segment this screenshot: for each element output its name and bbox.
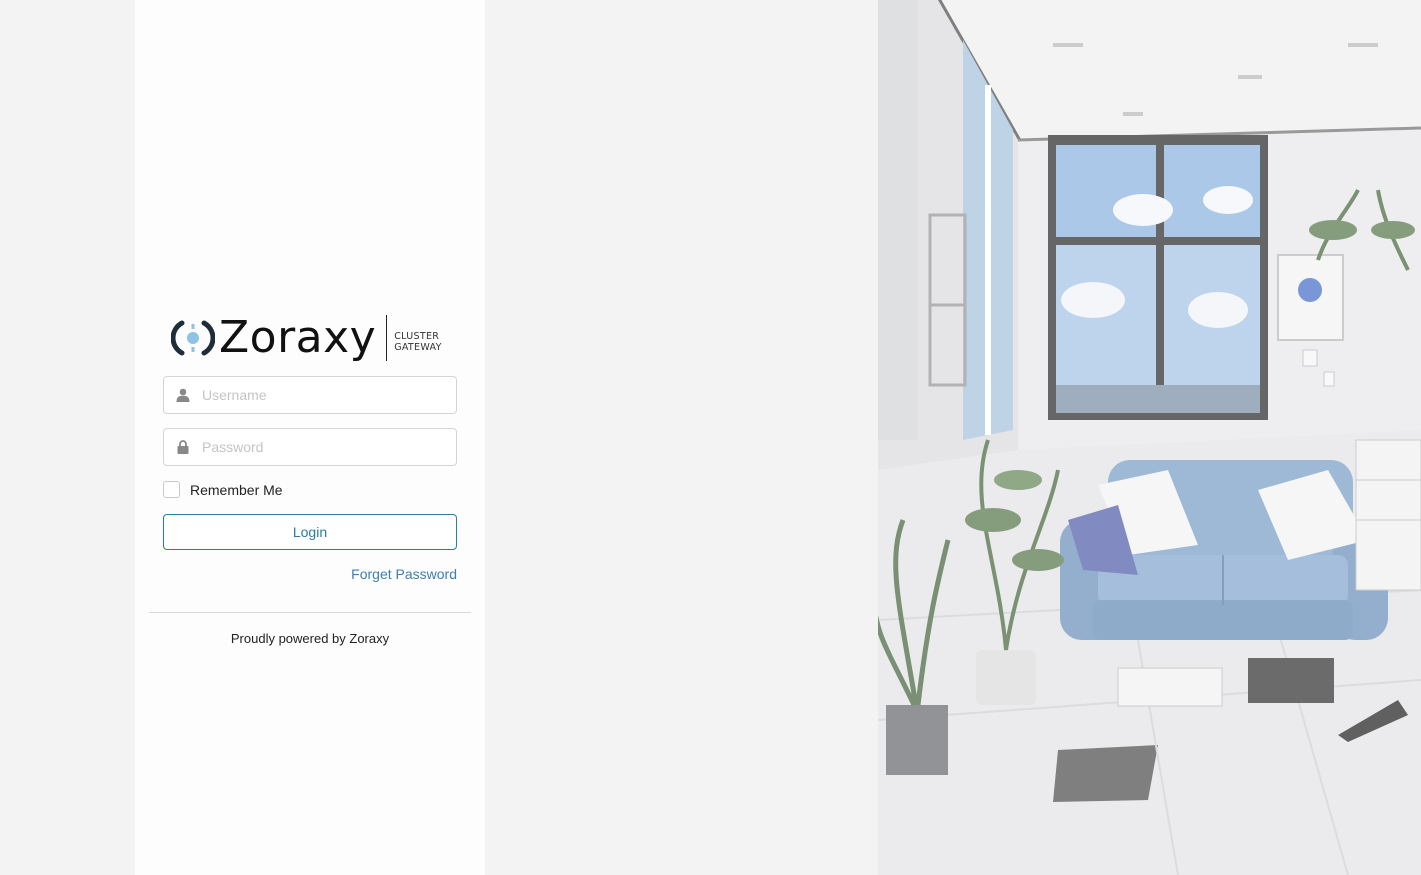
password-input[interactable]	[202, 432, 456, 462]
divider	[149, 612, 471, 613]
remember-me-label: Remember Me	[190, 481, 283, 498]
brand-logo: Zoraxy CLUSTER GATEWAY	[171, 312, 461, 364]
user-icon	[164, 388, 202, 402]
remember-me[interactable]: Remember Me	[163, 481, 283, 498]
login-panel: Zoraxy CLUSTER GATEWAY Remember Me Login	[135, 0, 485, 875]
tagline-line-2: GATEWAY	[394, 342, 442, 353]
living-room-illustration	[878, 0, 1421, 875]
brand-separator	[386, 315, 388, 361]
footer-text: Proudly powered by Zoraxy	[230, 631, 390, 646]
remember-me-checkbox[interactable]	[163, 481, 180, 498]
password-field[interactable]	[163, 428, 457, 466]
brand-tagline: CLUSTER GATEWAY	[394, 323, 441, 353]
login-button[interactable]: Login	[163, 514, 457, 550]
username-field[interactable]	[163, 376, 457, 414]
lock-icon	[164, 440, 202, 454]
brand-name: Zoraxy	[219, 312, 377, 363]
forget-password-link[interactable]: Forget Password	[351, 566, 457, 582]
tagline-line-1: CLUSTER	[394, 331, 440, 342]
zoraxy-logo-icon	[171, 318, 215, 358]
username-input[interactable]	[202, 380, 456, 410]
